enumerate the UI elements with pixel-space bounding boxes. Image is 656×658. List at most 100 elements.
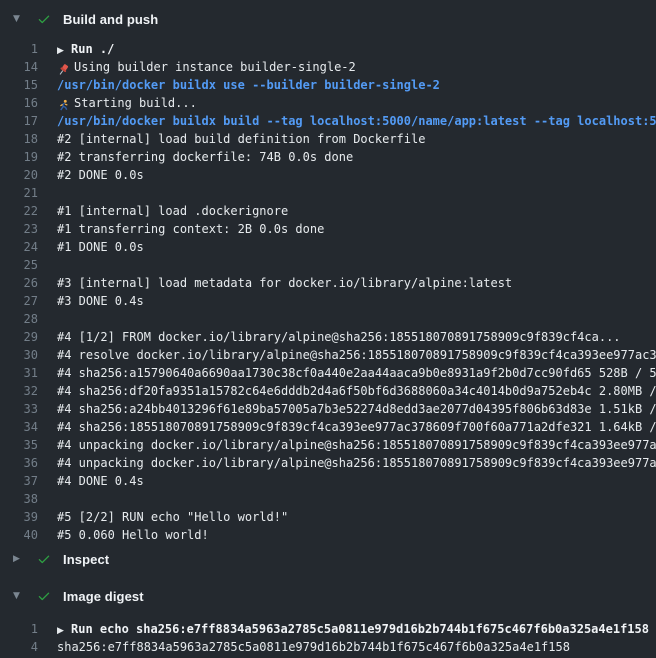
chevron-down-icon[interactable]: ▼ <box>13 585 25 607</box>
log-text: #4 unpacking docker.io/library/alpine@sh… <box>57 436 656 454</box>
log-section-inspect: ▶ Inspect <box>0 548 656 570</box>
line-number[interactable]: 14 <box>0 58 38 76</box>
log-line: 32 #4 sha256:df20fa9351a15782c64e6dddb2d4… <box>0 382 656 400</box>
log-text: #5 0.060 Hello world! <box>57 526 656 544</box>
line-number[interactable]: 20 <box>0 166 38 184</box>
log-line: 24#1 DONE 0.0s <box>0 238 656 256</box>
log-line: 30 #4 resolve docker.io/library/alpine@sh… <box>0 346 656 364</box>
log-text-content: #4 sha256:df20fa9351a15782c64e6dddb2d4a6… <box>57 384 656 398</box>
log-text: /usr/bin/docker buildx build --tag local… <box>57 112 656 130</box>
log-line: 39 #5 [2/2] RUN echo "Hello world!" <box>0 508 656 526</box>
log-section-build-and-push: ▼Build and push 1 ▶Run ./ 14 Using builder i… <box>0 8 656 544</box>
log-text-content: #4 DONE 0.4s <box>57 474 144 488</box>
log-text <box>57 184 656 202</box>
log-text <box>57 490 656 508</box>
log-line: 20#2 DONE 0.0s <box>0 166 656 184</box>
log-line: 27 #3 DONE 0.4s <box>0 292 656 310</box>
line-number[interactable]: 29 <box>0 328 38 346</box>
line-number[interactable]: 4 <box>0 638 38 656</box>
log-text-content: Run ./ <box>71 42 114 56</box>
log-text: #2 [internal] load build definition from… <box>57 130 656 148</box>
log-line: 40 #5 0.060 Hello world! <box>0 526 656 544</box>
line-number[interactable]: 35 <box>0 436 38 454</box>
log-text: #2 transferring dockerfile: 74B 0.0s don… <box>57 148 656 166</box>
log-block: 1 ▶Run echo sha256:e7ff8834a5963a2785c5a0… <box>0 620 656 656</box>
line-number[interactable]: 15 <box>0 76 38 94</box>
section-title: Inspect <box>63 552 109 567</box>
log-text: #4 resolve docker.io/library/alpine@sha2… <box>57 346 656 364</box>
check-icon <box>37 552 51 566</box>
line-number[interactable]: 40 <box>0 526 38 544</box>
log-text-content: #4 resolve docker.io/library/alpine@sha2… <box>57 348 656 362</box>
play-icon[interactable]: ▶ <box>57 622 71 638</box>
log-line: 1 ▶Run echo sha256:e7ff8834a5963a2785c5a0… <box>0 620 656 638</box>
log-text-content: #3 DONE 0.4s <box>57 294 144 308</box>
log-text-content: #4 [1/2] FROM docker.io/library/alpine@s… <box>57 330 621 344</box>
log-text-content: /usr/bin/docker buildx use --builder bui… <box>57 78 440 92</box>
log-line: 38 <box>0 490 656 508</box>
log-text-content: /usr/bin/docker buildx build --tag local… <box>57 114 656 128</box>
line-number[interactable]: 28 <box>0 310 38 328</box>
log-line: 15/usr/bin/docker buildx use --builder b… <box>0 76 656 94</box>
line-number[interactable]: 16 <box>0 94 38 112</box>
log-text: Starting build... <box>57 94 656 112</box>
line-number[interactable]: 1 <box>0 620 38 638</box>
line-number[interactable]: 22 <box>0 202 38 220</box>
line-number[interactable]: 18 <box>0 130 38 148</box>
log-text: #5 [2/2] RUN echo "Hello world!" <box>57 508 656 526</box>
chevron-down-icon[interactable]: ▼ <box>13 8 25 30</box>
section-header-build-and-push[interactable]: ▼Build and push <box>0 8 656 30</box>
line-number[interactable]: 36 <box>0 454 38 472</box>
section-header-inspect[interactable]: ▶ Inspect <box>0 548 656 570</box>
log-line: 26#3 [internal] load metadata for docker… <box>0 274 656 292</box>
log-text: #3 DONE 0.4s <box>57 292 656 310</box>
log-text: #4 [1/2] FROM docker.io/library/alpine@s… <box>57 328 656 346</box>
log-text: #4 DONE 0.4s <box>57 472 656 490</box>
check-icon <box>37 589 51 603</box>
log-line: 21 <box>0 184 656 202</box>
log-line: 37 #4 DONE 0.4s <box>0 472 656 490</box>
log-text: #4 sha256:a24bb4013296f61e89ba57005a7b3e… <box>57 400 656 418</box>
log-text: Using builder instance builder-single-2 <box>57 58 656 76</box>
line-number[interactable]: 31 <box>0 364 38 382</box>
line-number[interactable]: 32 <box>0 382 38 400</box>
line-number[interactable]: 34 <box>0 418 38 436</box>
log-text-content: #5 0.060 Hello world! <box>57 528 209 542</box>
log-line: 35 #4 unpacking docker.io/library/alpine@… <box>0 436 656 454</box>
log-text-content: #1 transferring context: 2B 0.0s done <box>57 222 324 236</box>
line-number[interactable]: 21 <box>0 184 38 202</box>
check-icon <box>37 12 51 26</box>
log-text-content: #5 [2/2] RUN echo "Hello world!" <box>57 510 288 524</box>
log-line: 36#4 unpacking docker.io/library/alpine@… <box>0 454 656 472</box>
log-text-content: sha256:e7ff8834a5963a2785c5a0811e979d16b… <box>57 640 570 654</box>
log-line: 1 ▶Run ./ <box>0 40 656 58</box>
log-line: 16 Starting build... <box>0 94 656 112</box>
section-title: Image digest <box>63 589 144 604</box>
section-header-image-digest[interactable]: ▼ Image digest <box>0 585 656 607</box>
line-number[interactable]: 19 <box>0 148 38 166</box>
line-number[interactable]: 1 <box>0 40 38 58</box>
line-number[interactable]: 39 <box>0 508 38 526</box>
log-line: 29 #4 [1/2] FROM docker.io/library/alpine… <box>0 328 656 346</box>
line-number[interactable]: 30 <box>0 346 38 364</box>
line-number[interactable]: 26 <box>0 274 38 292</box>
log-text: ▶Run echo sha256:e7ff8834a5963a2785c5a08… <box>57 620 656 638</box>
log-text-content: #2 transferring dockerfile: 74B 0.0s don… <box>57 150 353 164</box>
play-icon[interactable]: ▶ <box>57 42 71 58</box>
log-text: ▶Run ./ <box>57 40 656 58</box>
chevron-right-icon[interactable]: ▶ <box>13 548 25 570</box>
line-number[interactable]: 25 <box>0 256 38 274</box>
log-line: 4 sha256:e7ff8834a5963a2785c5a0811e979d16… <box>0 638 656 656</box>
log-line: 14 Using builder instance builder-single-… <box>0 58 656 76</box>
log-text-content: Starting build... <box>74 96 197 110</box>
line-number[interactable]: 38 <box>0 490 38 508</box>
log-text: /usr/bin/docker buildx use --builder bui… <box>57 76 656 94</box>
line-number[interactable]: 37 <box>0 472 38 490</box>
log-text: #4 sha256:a15790640a6690aa1730c38cf0a440… <box>57 364 656 382</box>
line-number[interactable]: 27 <box>0 292 38 310</box>
log-text: #4 sha256:185518070891758909c9f839cf4ca3… <box>57 418 656 436</box>
line-number[interactable]: 23 <box>0 220 38 238</box>
line-number[interactable]: 24 <box>0 238 38 256</box>
line-number[interactable]: 17 <box>0 112 38 130</box>
line-number[interactable]: 33 <box>0 400 38 418</box>
